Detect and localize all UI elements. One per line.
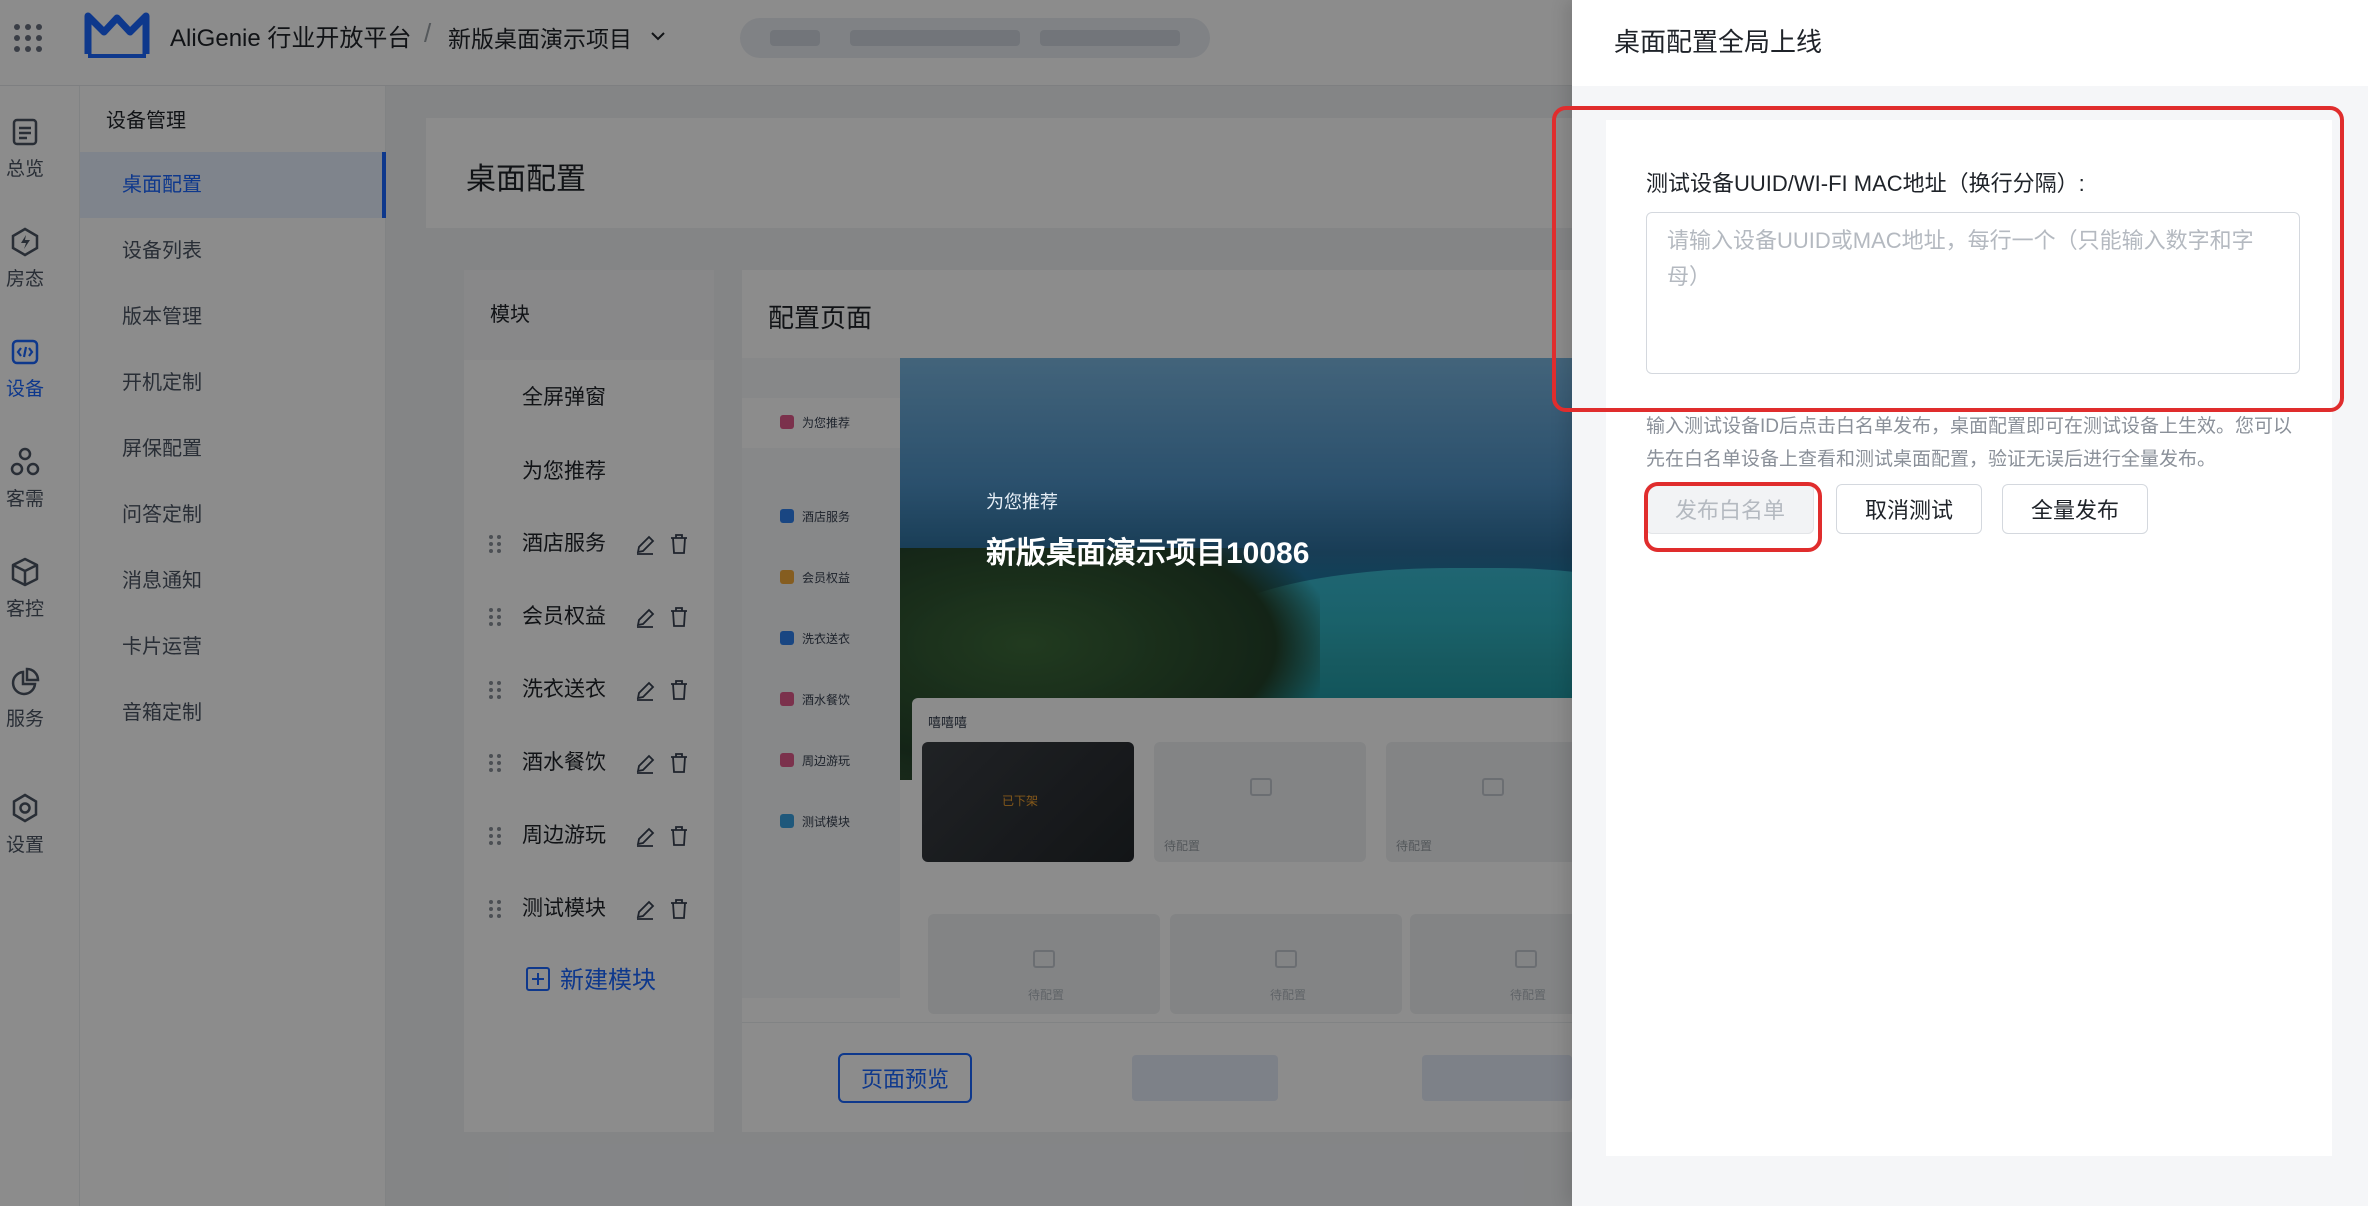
hero-subtitle: 为您推荐 <box>986 492 1058 512</box>
modal-mask[interactable] <box>0 0 1572 1206</box>
helper-text: 输入测试设备ID后点击白名单发布，桌面配置即可在测试设备上生效。您可以先在白名单… <box>1646 416 2293 470</box>
drawer-header: 桌面配置全局上线 <box>1572 0 2368 86</box>
drawer-body: 测试设备UUID/WI-FI MAC地址（换行分隔）: 输入测试设备ID后点击白… <box>1606 120 2332 1156</box>
uuid-field-label: 测试设备UUID/WI-FI MAC地址（换行分隔）: <box>1646 171 2085 196</box>
full-release-button[interactable]: 全量发布 <box>2002 484 2148 534</box>
publish-whitelist-button[interactable]: 发布白名单 <box>1646 484 1814 534</box>
cancel-test-button[interactable]: 取消测试 <box>1836 484 1982 534</box>
release-drawer: 桌面配置全局上线 测试设备UUID/WI-FI MAC地址（换行分隔）: 输入测… <box>1552 0 2368 1206</box>
hero-title: 新版桌面演示项目10086 <box>986 537 1310 570</box>
drawer-title: 桌面配置全局上线 <box>1614 27 1823 57</box>
uuid-input[interactable] <box>1646 212 2300 374</box>
